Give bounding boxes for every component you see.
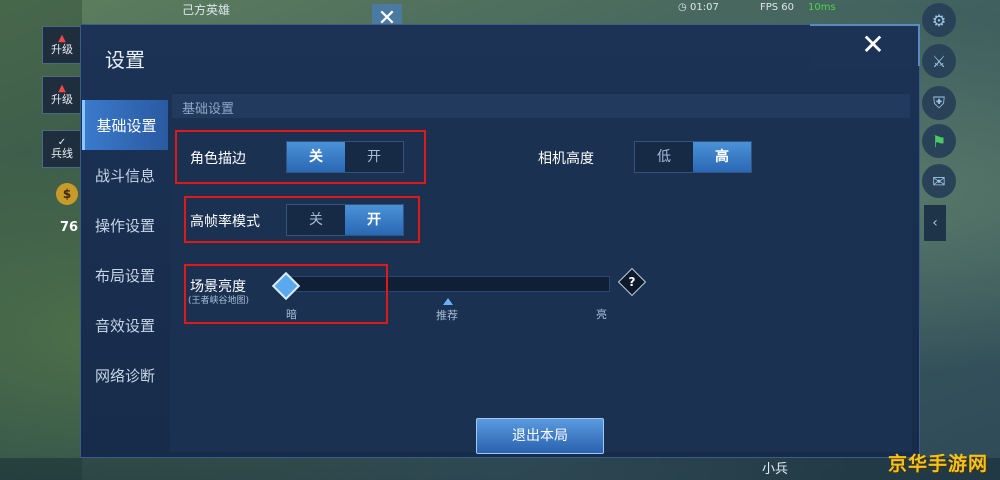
- camera-height-label: 相机高度: [538, 151, 594, 167]
- upgrade-skill-button-1[interactable]: ▲ 升级: [42, 26, 82, 64]
- upgrade-label: 升级: [51, 93, 73, 107]
- tab-battle-info[interactable]: 战斗信息: [82, 150, 168, 200]
- camera-height-toggle: 低 高: [634, 141, 752, 173]
- soldier-line-label: 兵线: [51, 147, 73, 161]
- exit-match-button[interactable]: 退出本局: [476, 418, 604, 454]
- section-title: 基础设置: [182, 102, 235, 117]
- coin-icon: $: [56, 183, 78, 205]
- gear-icon[interactable]: ⚙: [922, 3, 956, 37]
- game-time: 01:07: [690, 2, 719, 13]
- upgrade-skill-button-2[interactable]: ▲ 升级: [42, 76, 82, 114]
- shield-icon[interactable]: ⛨: [922, 86, 956, 120]
- camera-low-option[interactable]: 低: [635, 142, 693, 172]
- tab-network-diagnosis[interactable]: 网络诊断: [82, 350, 168, 400]
- section-header: [172, 94, 910, 118]
- tab-layout-settings[interactable]: 布局设置: [82, 250, 168, 300]
- highlight-box-brightness: [184, 264, 388, 324]
- gold-count: 76: [60, 220, 79, 235]
- upgrade-label: 升级: [51, 43, 73, 57]
- page-title: 设置: [105, 48, 145, 72]
- minion-label: 小兵: [762, 462, 789, 477]
- sword-icon[interactable]: ⚔: [922, 44, 956, 78]
- clock-icon: ◷: [678, 2, 687, 13]
- map-strip: [0, 0, 82, 480]
- bottom-hud: [0, 458, 1000, 480]
- brightness-bright-tick: 亮: [596, 308, 607, 321]
- tab-sound-settings[interactable]: 音效设置: [82, 300, 168, 350]
- collapse-tab[interactable]: ‹: [924, 205, 946, 241]
- tab-basic-settings[interactable]: 基础设置: [82, 100, 168, 150]
- tab-control-settings[interactable]: 操作设置: [82, 200, 168, 250]
- camera-high-option[interactable]: 高: [693, 142, 751, 172]
- brightness-recommend-tick: 推荐: [436, 309, 458, 322]
- chat-icon[interactable]: ✉: [922, 164, 956, 198]
- soldier-line-button[interactable]: ✓ 兵线: [42, 130, 82, 168]
- ally-heroes-label: 己方英雄: [182, 3, 231, 17]
- recommend-marker-icon: [443, 298, 453, 305]
- highlight-box-outline: [175, 130, 426, 184]
- flag-icon[interactable]: ⚑: [922, 124, 956, 158]
- close-button[interactable]: ✕: [858, 30, 888, 60]
- ping-readout: 10ms: [808, 2, 836, 13]
- highlight-box-hfr: [184, 196, 420, 243]
- fps-readout: FPS 60: [760, 2, 795, 13]
- watermark-logo: 京华手游网: [888, 453, 989, 475]
- help-glyph: ?: [628, 275, 636, 289]
